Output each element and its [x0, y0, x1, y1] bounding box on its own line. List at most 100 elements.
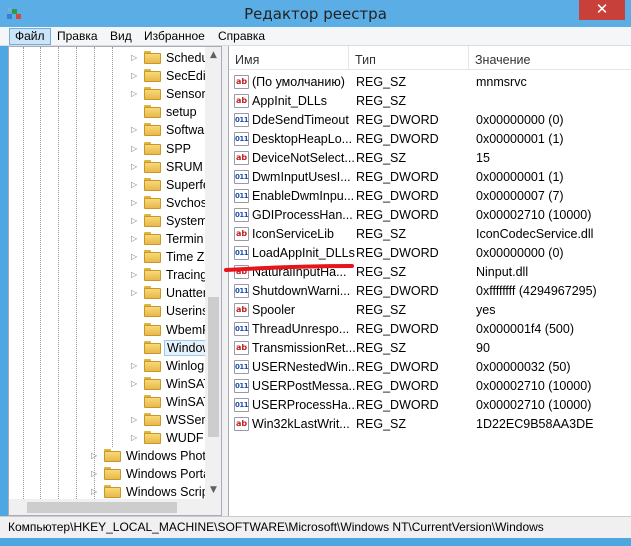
expand-arrow-icon[interactable]: ▷ [91, 469, 99, 478]
expand-arrow-icon[interactable]: ▷ [131, 216, 139, 225]
tree-item[interactable]: ▷ Winlog [9, 357, 205, 375]
value-row[interactable]: 011 EnableDwmInpu... REG_DWORD 0x00000007 (… [229, 187, 631, 206]
value-type: REG_SZ [356, 303, 407, 317]
tree-item[interactable]: ▷ WUDF [9, 429, 205, 447]
expand-arrow-icon[interactable]: ▷ [131, 89, 139, 98]
tree-item[interactable]: ▷ Time Z [9, 248, 205, 266]
value-row[interactable]: ab NaturalInputHa... REG_SZ Ninput.dll [229, 263, 631, 282]
value-name: AppInit_DLLs [252, 94, 328, 108]
tree-item[interactable]: WbemF [9, 321, 210, 339]
value-row[interactable]: ab TransmissionRet... REG_SZ 90 [229, 339, 631, 358]
value-row[interactable]: 011 USERNestedWin... REG_DWORD 0x00000032 (… [229, 358, 631, 377]
value-row[interactable]: 011 ThreadUnrespo... REG_DWORD 0x000001f4 (… [229, 320, 631, 339]
value-row[interactable]: ab Spooler REG_SZ yes [229, 301, 631, 320]
tree-horizontal-scrollbar[interactable] [9, 499, 221, 515]
status-bar: Компьютер\HKEY_LOCAL_MACHINE\SOFTWARE\Mi… [0, 516, 631, 538]
tree-item[interactable]: ▷ Svchos [9, 194, 207, 212]
value-row[interactable]: 011 LoadAppInit_DLLs REG_DWORD 0x00000000 (… [229, 244, 631, 263]
menu-file[interactable]: Файл [9, 28, 51, 45]
value-row[interactable]: 011 ShutdownWarni... REG_DWORD 0xffffffff (… [229, 282, 631, 301]
expand-arrow-icon[interactable]: ▷ [131, 288, 139, 297]
menu-view[interactable]: Вид [105, 28, 137, 45]
expand-arrow-icon[interactable]: ▷ [131, 252, 139, 261]
menu-help[interactable]: Справка [213, 28, 270, 45]
tree-item[interactable]: ▷ Tracing [9, 266, 207, 284]
value-type: REG_DWORD [356, 379, 439, 393]
value-name: LoadAppInit_DLLs [252, 246, 355, 260]
value-row[interactable]: 011 USERProcessHa... REG_DWORD 0x00002710 (… [229, 396, 631, 415]
expand-arrow-icon[interactable]: ▷ [131, 415, 139, 424]
tree-vertical-scrollbar[interactable]: ▲ ▼ [205, 47, 221, 499]
expand-arrow-icon[interactable]: ▷ [131, 361, 139, 370]
tree-item[interactable]: ▷ WSServ [9, 411, 212, 429]
value-data: 0x000001f4 (500) [476, 322, 574, 336]
value-name: USERProcessHa... [252, 398, 356, 412]
tree-item[interactable]: ▷ Windows Phot [9, 447, 206, 465]
folder-icon [144, 51, 161, 64]
tree-item[interactable]: ▷ System [9, 212, 208, 230]
expand-arrow-icon[interactable] [131, 107, 139, 116]
value-row[interactable]: ab AppInit_DLLs REG_SZ [229, 92, 631, 111]
tree-item[interactable]: Window [9, 339, 215, 357]
tree-item[interactable]: ▷ SRUM [9, 158, 205, 176]
column-header-type[interactable]: Тип [349, 46, 469, 70]
tree-item-label: Schedu [166, 51, 209, 65]
value-data [476, 93, 631, 110]
close-button[interactable]: ✕ [579, 0, 625, 20]
expand-arrow-icon[interactable]: ▷ [131, 162, 139, 171]
tree-item[interactable]: ▷ SPP [9, 140, 205, 158]
expand-arrow-icon[interactable] [131, 325, 139, 334]
value-row[interactable]: 011 DdeSendTimeout REG_DWORD 0x00000000 (0) [229, 111, 631, 130]
tree-scroll-thumb[interactable] [208, 297, 219, 437]
expand-arrow-icon[interactable]: ▷ [91, 487, 99, 496]
scroll-up-arrow-icon[interactable]: ▲ [205, 47, 221, 64]
value-row[interactable]: 011 DwmInputUsesI... REG_DWORD 0x00000001 (… [229, 168, 631, 187]
menu-edit[interactable]: Правка [52, 28, 103, 45]
expand-arrow-icon[interactable]: ▷ [131, 71, 139, 80]
menu-favorites[interactable]: Избранное [139, 28, 210, 45]
expand-arrow-icon[interactable]: ▷ [131, 198, 139, 207]
tree-item[interactable]: ▷ SecEdit [9, 67, 209, 85]
column-header-name[interactable]: Имя [229, 46, 349, 70]
value-row[interactable]: 011 DesktopHeapLo... REG_DWORD 0x00000001 (… [229, 130, 631, 149]
tree-item[interactable]: ▷ Superfe [9, 176, 210, 194]
expand-arrow-icon[interactable]: ▷ [131, 125, 139, 134]
tree-item[interactable]: WinSAT [9, 393, 211, 411]
value-row[interactable]: 011 GDIProcessHan... REG_DWORD 0x00002710 (… [229, 206, 631, 225]
tree-item[interactable]: Userins [9, 302, 208, 320]
tree-item[interactable]: ▷ Softwa [9, 121, 205, 139]
value-row[interactable]: ab IconServiceLib REG_SZ IconCodecService.d… [229, 225, 631, 244]
expand-arrow-icon[interactable]: ▷ [131, 180, 139, 189]
binary-value-icon: 011 [234, 360, 249, 374]
value-name: ThreadUnrespo... [252, 322, 350, 336]
tree-item[interactable]: ▷ Sensor [9, 85, 206, 103]
expand-arrow-icon[interactable]: ▷ [131, 144, 139, 153]
tree-item[interactable]: ▷ Termin [9, 230, 205, 248]
expand-arrow-icon[interactable]: ▷ [91, 451, 99, 460]
expand-arrow-icon[interactable]: ▷ [131, 53, 139, 62]
expand-arrow-icon[interactable] [131, 306, 139, 315]
scroll-down-arrow-icon[interactable]: ▼ [205, 482, 221, 499]
tree-hscroll-thumb[interactable] [27, 502, 177, 513]
values-list[interactable]: Имя Тип Значение ab (По умолчанию) REG_SZ m… [228, 46, 631, 516]
expand-arrow-icon[interactable] [131, 343, 139, 352]
expand-arrow-icon[interactable]: ▷ [131, 379, 139, 388]
value-row[interactable]: ab Win32kLastWrit... REG_SZ 1D22EC9B58AA3DE [229, 415, 631, 434]
tree-item[interactable]: ▷ Windows Porta [9, 465, 210, 483]
tree-item[interactable]: ▷ WinSAT [9, 375, 211, 393]
string-value-icon: ab [234, 75, 249, 89]
key-tree[interactable]: ▷ Schedu ▷ SecEdit ▷ Sensor setup ▷ Softwa ▷ SPP ▷ S… [8, 46, 222, 516]
tree-item[interactable]: ▷ Schedu [9, 49, 208, 67]
tree-item[interactable]: setup [9, 103, 205, 121]
expand-arrow-icon[interactable]: ▷ [131, 270, 139, 279]
expand-arrow-icon[interactable]: ▷ [131, 234, 139, 243]
value-row[interactable]: ab (По умолчанию) REG_SZ mnmsrvc [229, 73, 631, 92]
column-header-data[interactable]: Значение [469, 46, 631, 70]
expand-arrow-icon[interactable]: ▷ [131, 433, 139, 442]
tree-item[interactable]: ▷ Unatter [9, 284, 207, 302]
expand-arrow-icon[interactable] [131, 397, 139, 406]
folder-icon [144, 431, 161, 445]
value-row[interactable]: 011 USERPostMessa... REG_DWORD 0x00002710 (… [229, 377, 631, 396]
value-row[interactable]: ab DeviceNotSelect... REG_SZ 15 [229, 149, 631, 168]
string-value-icon: ab [234, 94, 249, 108]
